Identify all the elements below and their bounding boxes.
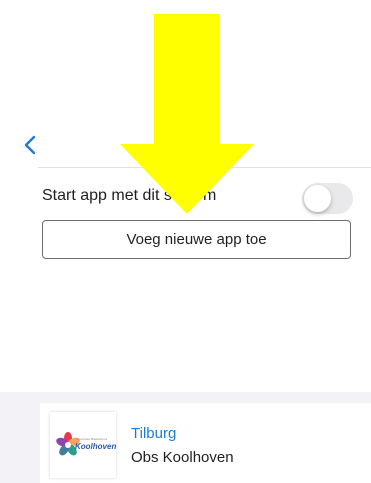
logo-subtitle: Openbare Basisschool [77,437,108,441]
arrow-down-icon [120,14,254,214]
logo-title: Koolhoven [75,442,117,451]
add-app-button-label: Voeg nieuwe app toe [126,231,267,248]
toggle-knob [304,185,331,212]
school-card[interactable]: Openbare Basisschool Koolhoven Tilburg O… [40,403,371,483]
school-city: Tilburg [131,425,177,442]
chevron-left-icon [24,135,36,155]
start-app-toggle[interactable] [302,183,353,214]
add-app-button[interactable]: Voeg nieuwe app toe [42,220,351,259]
school-logo: Openbare Basisschool Koolhoven [50,412,116,478]
screen: Start app met dit scherm Voeg nieuwe app… [0,0,371,483]
school-name: Obs Koolhoven [131,449,234,466]
back-button[interactable] [20,134,42,156]
